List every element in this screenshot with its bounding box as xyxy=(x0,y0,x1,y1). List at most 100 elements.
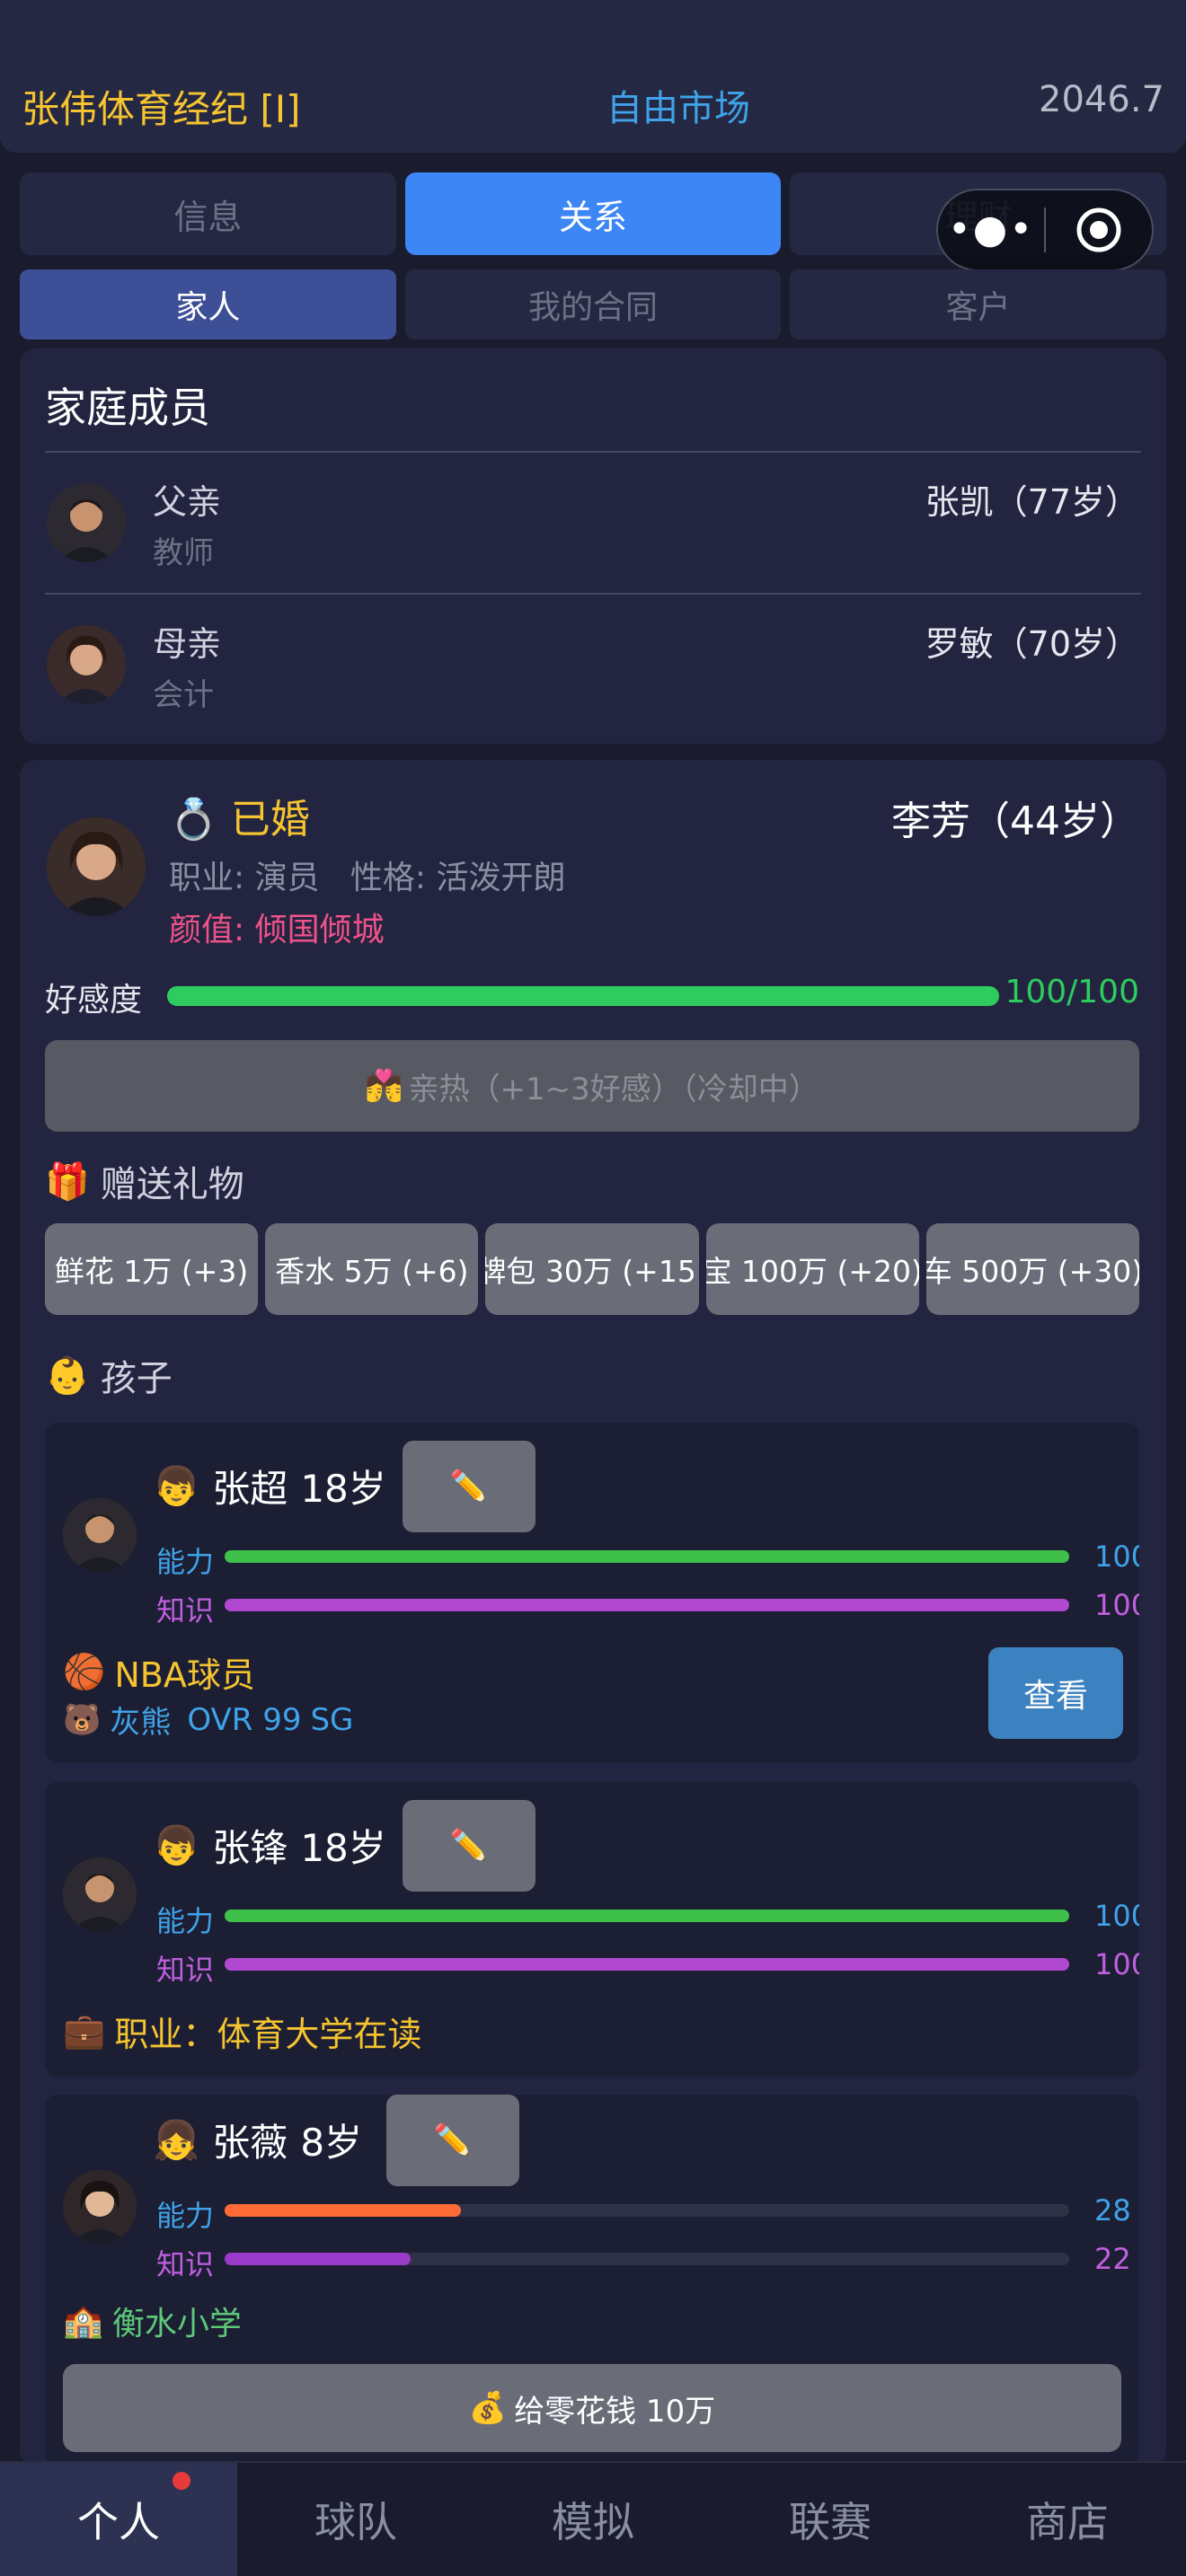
pocket-money-button[interactable]: 💰 给零花钱 10万 xyxy=(63,2364,1121,2452)
ability-bar-fill xyxy=(225,1550,1069,1563)
child-position: SG xyxy=(310,1701,354,1738)
girl-icon: 👧 xyxy=(153,2117,200,2162)
child-school: 🏫 衡水小学 xyxy=(63,2298,242,2344)
bear-icon: 🐻 xyxy=(63,1701,102,1738)
tab-info[interactable]: 信息 xyxy=(20,172,396,255)
close-target-icon[interactable] xyxy=(1046,205,1152,255)
child-career: 💼 职业：体育大学在读 xyxy=(63,2007,421,2056)
family-heading: 家庭成员 xyxy=(45,384,210,432)
child-name-row: 👦 张超 18岁 xyxy=(153,1459,386,1513)
tab-relations[interactable]: 关系 xyxy=(404,172,782,255)
knowledge-label: 知识 xyxy=(156,2247,215,2281)
child-age: 18岁 xyxy=(300,1467,386,1511)
baby-icon: 👶 xyxy=(45,1354,90,1397)
spouse-name: 李芳（44岁） xyxy=(891,798,1139,844)
gifts-title-text: 赠送礼物 xyxy=(100,1164,244,1205)
family-members-card: 家庭成员 父亲 教师 张凯（77岁） 母亲 会计 罗敏（70岁） xyxy=(20,348,1166,744)
basketball-icon: 🏀 xyxy=(63,1652,106,1691)
child-name: 张锋 xyxy=(212,1826,288,1870)
knowledge-bar xyxy=(225,2253,1069,2265)
ring-icon: 💍 xyxy=(169,797,218,842)
more-icon[interactable]: •●• xyxy=(938,210,1044,250)
ability-label: 能力 xyxy=(156,1545,215,1579)
gift-car-button[interactable]: 车 500万 (+30) xyxy=(925,1223,1140,1315)
briefcase-icon: 💼 xyxy=(63,2011,106,2051)
child-name-row: 👦 张锋 18岁 xyxy=(153,1818,386,1873)
marital-status: 💍 已婚 xyxy=(169,787,310,844)
knowledge-bar-fill xyxy=(225,1958,1069,1971)
children-title-text: 孩子 xyxy=(100,1358,173,1399)
intimacy-button-label: 亲热（+1~3好感）（冷却中） xyxy=(408,1071,819,1107)
child-avatar xyxy=(63,1498,137,1572)
favor-label: 好感度 xyxy=(45,982,143,1019)
intimacy-button[interactable]: 💏 亲热（+1~3好感）（冷却中） xyxy=(45,1040,1139,1132)
child-card: 👦 张超 18岁 ✏️ 能力 100 知识 100 🏀 NBA球员 🐻 灰熊 O… xyxy=(45,1423,1139,1762)
child-name: 张超 xyxy=(212,1467,288,1511)
divider xyxy=(45,451,1141,453)
view-player-button[interactable]: 查看 xyxy=(988,1647,1123,1739)
gift-buttons: 鲜花 1万 (+3) 香水 5万 (+6) 牌包 30万 (+15) 宝 100… xyxy=(45,1223,1140,1315)
knowledge-bar xyxy=(225,1599,1069,1611)
miniprogram-capsule: •●• xyxy=(936,189,1154,271)
subtab-family[interactable]: 家人 xyxy=(20,269,396,340)
favor-value: 100/100 xyxy=(1005,974,1139,1010)
knowledge-label: 知识 xyxy=(156,1953,215,1987)
boy-icon: 👦 xyxy=(153,1822,200,1867)
child-age: 18岁 xyxy=(300,1826,386,1870)
knowledge-value: 100 xyxy=(1094,1947,1139,1981)
knowledge-bar-fill xyxy=(225,1599,1069,1611)
nav-simulate[interactable]: 模拟 xyxy=(474,2463,712,2576)
nav-shop[interactable]: 商店 xyxy=(949,2463,1186,2576)
ability-value: 100 xyxy=(1094,1539,1139,1574)
gift-jewel-button[interactable]: 宝 100万 (+20) xyxy=(705,1223,919,1315)
edit-child-button[interactable]: ✏️ xyxy=(386,2095,519,2186)
gift-perfume-button[interactable]: 香水 5万 (+6) xyxy=(265,1223,479,1315)
edit-child-button[interactable]: ✏️ xyxy=(403,1441,535,1532)
spouse-avatar xyxy=(47,817,146,916)
ability-label: 能力 xyxy=(156,2199,215,2233)
child-team-info: 🐻 灰熊 OVR 99 SG xyxy=(63,1698,353,1742)
couple-kiss-icon: 💏 xyxy=(365,1068,403,1104)
free-market-link[interactable]: 自由市场 xyxy=(0,79,1186,131)
child-avatar xyxy=(63,1857,137,1931)
pocket-money-label: 给零花钱 10万 xyxy=(514,2393,716,2430)
edit-child-button[interactable]: ✏️ xyxy=(403,1800,535,1892)
marital-status-text: 已婚 xyxy=(230,797,310,842)
ability-value: 100 xyxy=(1094,1899,1139,1933)
money-bag-icon: 💰 xyxy=(468,2390,508,2426)
divider xyxy=(45,593,1141,595)
app-header: 张伟体育经纪 [I] 自由市场 2046.7 xyxy=(0,0,1186,153)
ability-value: 28 xyxy=(1094,2193,1131,2228)
ability-bar-fill xyxy=(225,1910,1069,1922)
mother-name: 罗敏（70岁） xyxy=(925,624,1139,664)
child-school-text: 衡水小学 xyxy=(111,2306,242,2342)
ability-bar xyxy=(225,1910,1069,1922)
favor-bar-fill xyxy=(167,986,999,1006)
subtab-my-contract[interactable]: 我的合同 xyxy=(404,269,782,340)
nav-league[interactable]: 联赛 xyxy=(712,2463,949,2576)
gift-icon: 🎁 xyxy=(45,1160,90,1203)
gift-flowers-button[interactable]: 鲜花 1万 (+3) xyxy=(45,1223,259,1315)
ability-bar-fill xyxy=(225,2204,462,2217)
child-team: 灰熊 xyxy=(110,1705,172,1741)
child-card: 👦 张锋 18岁 ✏️ 能力 100 知识 100 💼 职业：体育大学在读 xyxy=(45,1782,1139,2077)
spouse-card: 💍 已婚 李芳（44岁） 职业: 演员 性格: 活泼开朗 颜值: 倾国倾城 好感… xyxy=(20,760,1166,2466)
bottom-nav: 个人 球队 模拟 联赛 商店 xyxy=(0,2461,1186,2576)
subtab-clients[interactable]: 客户 xyxy=(790,269,1167,340)
notification-dot xyxy=(173,2472,190,2490)
spouse-job-personality: 职业: 演员 性格: 活泼开朗 xyxy=(169,860,566,896)
favor-bar xyxy=(167,986,999,1006)
child-career-text: 职业：体育大学在读 xyxy=(114,2015,422,2054)
mother-job: 会计 xyxy=(153,677,214,713)
sub-tabs: 家人 我的合同 客户 xyxy=(20,269,1167,340)
nav-personal-label: 个人 xyxy=(77,2498,160,2546)
child-avatar xyxy=(63,2170,137,2244)
knowledge-value: 22 xyxy=(1094,2242,1131,2276)
gift-bag-button[interactable]: 牌包 30万 (+15) xyxy=(485,1223,699,1315)
knowledge-value: 100 xyxy=(1094,1588,1139,1622)
father-name: 张凯（77岁） xyxy=(925,482,1139,522)
knowledge-bar xyxy=(225,1958,1069,1971)
nav-team[interactable]: 球队 xyxy=(237,2463,474,2576)
nav-personal[interactable]: 个人 xyxy=(0,2463,237,2576)
spouse-looks: 颜值: 倾国倾城 xyxy=(169,912,385,948)
